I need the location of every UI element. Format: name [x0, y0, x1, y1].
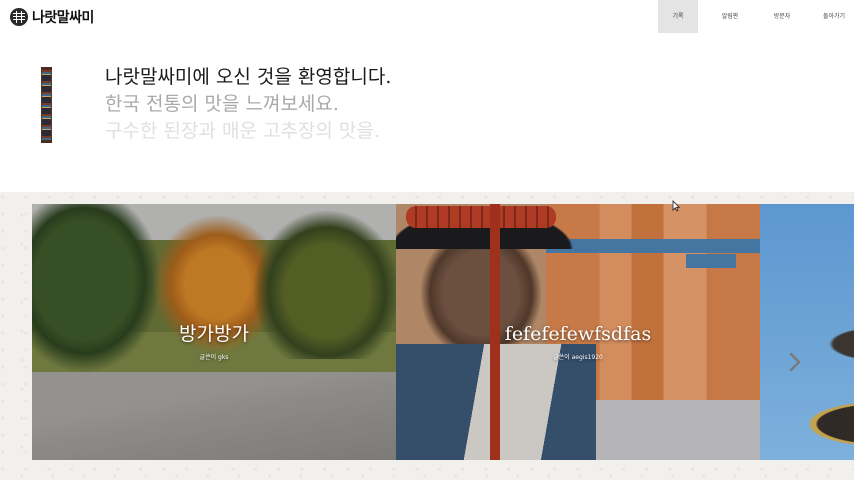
nav-item-notice-board[interactable]: 알림판: [710, 0, 750, 33]
slide-title: 방가방가: [179, 323, 249, 345]
brand-name: 나랏말싸미: [32, 10, 94, 26]
logo-icon: [10, 8, 28, 26]
slide-author: 글쓴이 aegis1920: [553, 354, 603, 361]
welcome-line-3: 구수한 된장과 매운 고추장의 맛을.: [105, 120, 380, 142]
welcome-line-2: 한국 전통의 맛을 느껴보세요.: [105, 93, 339, 115]
gallery-section: 방가방가 글쓴이 gks fefefefewfsdfas 글쓴이 aegis19…: [0, 192, 854, 480]
main-nav: 기록 알림판 방문자 돌아가기: [658, 0, 854, 33]
gallery-slide-3[interactable]: [760, 204, 854, 460]
gallery-slide-2[interactable]: fefefefewfsdfas 글쓴이 aegis1920: [396, 204, 760, 460]
image-slider: 방가방가 글쓴이 gks fefefefewfsdfas 글쓴이 aegis19…: [32, 204, 854, 460]
gallery-slide-1[interactable]: 방가방가 글쓴이 gks: [32, 204, 396, 460]
logo[interactable]: 나랏말싸미: [10, 7, 94, 27]
nav-item-records[interactable]: 기록: [658, 0, 698, 33]
chevron-right-icon[interactable]: [786, 348, 804, 376]
welcome-text: 나랏말싸미에 오신 것을 환영합니다. 한국 전통의 맛을 느껴보세요. 구수한…: [105, 64, 391, 145]
slide-author: 글쓴이 gks: [199, 354, 229, 361]
site-header: 나랏말싸미 기록 알림판 방문자 돌아가기: [0, 0, 854, 33]
mouse-cursor-icon: [672, 197, 681, 216]
welcome-line-1: 나랏말싸미에 오신 것을 환영합니다.: [105, 66, 392, 88]
nav-item-go-back[interactable]: 돌아가기: [814, 0, 854, 33]
slide-title: fefefefewfsdfas: [504, 323, 652, 345]
decorative-scroll-banner: [41, 67, 52, 143]
nav-item-visitors[interactable]: 방문자: [762, 0, 802, 33]
